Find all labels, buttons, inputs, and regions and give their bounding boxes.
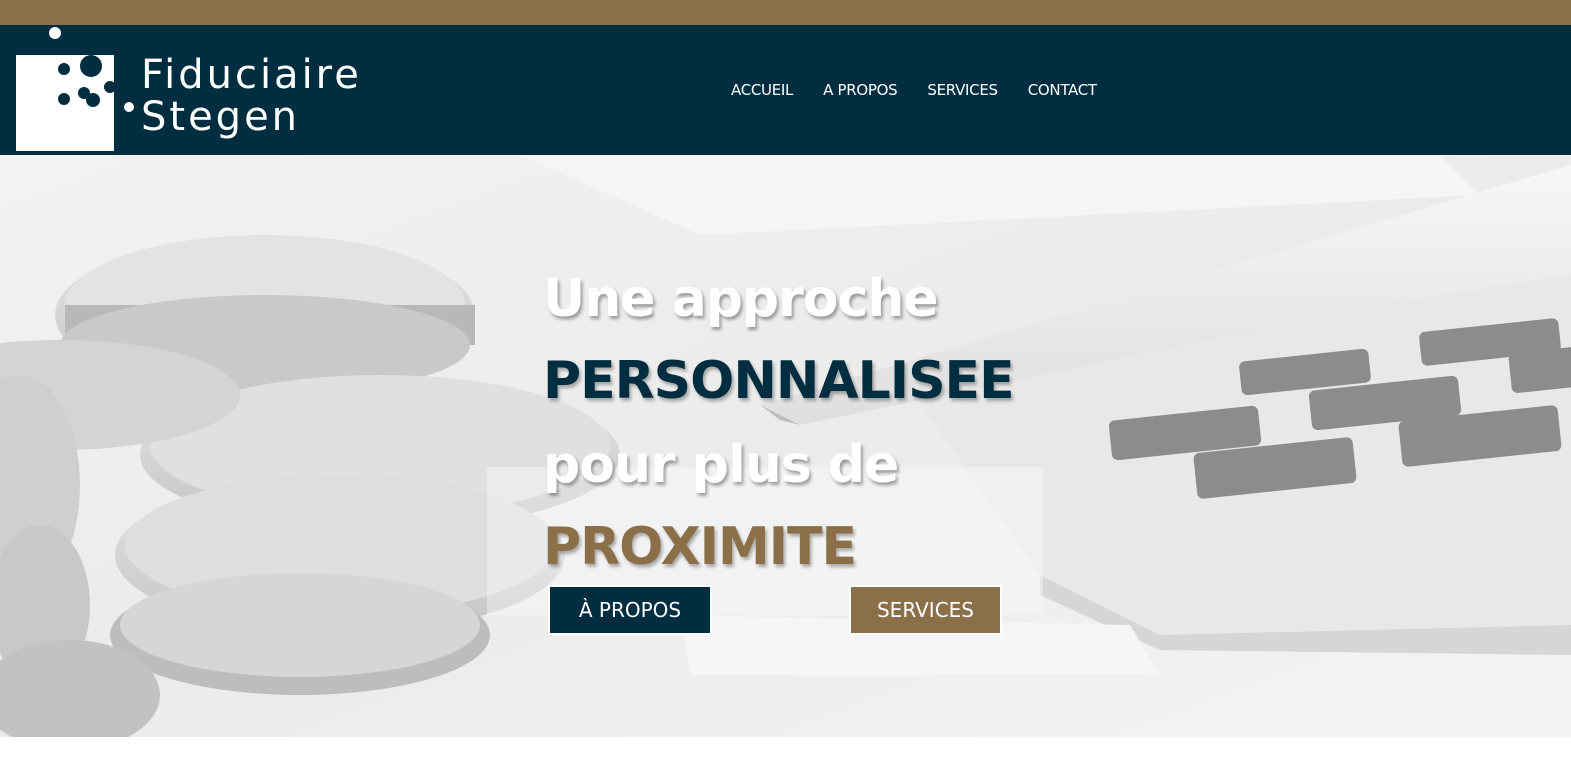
top-accent-bar [0, 0, 1571, 25]
a-propos-button[interactable]: À PROPOS [548, 585, 712, 635]
main-nav: ACCUEIL A PROPOS SERVICES CONTACT [731, 81, 1097, 99]
hero-headline-line3: pour plus de [543, 435, 899, 495]
logo-dot [124, 102, 134, 112]
site-header: Fiduciaire Stegen ACCUEIL A PROPOS SERVI… [0, 25, 1571, 155]
logo-dot [86, 93, 100, 107]
hero-headline-line1: Une approche [543, 269, 939, 329]
hero-section: Une approche PERSONNALISEE pour plus de … [0, 155, 1571, 737]
logo-dot [104, 81, 116, 93]
logo-text-line1: Fiduciaire [141, 52, 362, 98]
logo-dot [49, 27, 61, 39]
nav-item-a-propos[interactable]: A PROPOS [823, 81, 898, 99]
services-button[interactable]: SERVICES [849, 585, 1002, 635]
hero-headline-line4: PROXIMITE [543, 517, 857, 577]
site-logo[interactable]: Fiduciaire Stegen [16, 25, 396, 155]
logo-dot [58, 93, 70, 105]
nav-item-services[interactable]: SERVICES [927, 81, 998, 99]
logo-text-line2: Stegen [141, 94, 301, 140]
hero-headline-line2: PERSONNALISEE [543, 351, 1015, 411]
logo-dot [80, 55, 102, 77]
logo-dot [58, 63, 70, 75]
nav-item-accueil[interactable]: ACCUEIL [731, 81, 793, 99]
nav-item-contact[interactable]: CONTACT [1028, 81, 1097, 99]
